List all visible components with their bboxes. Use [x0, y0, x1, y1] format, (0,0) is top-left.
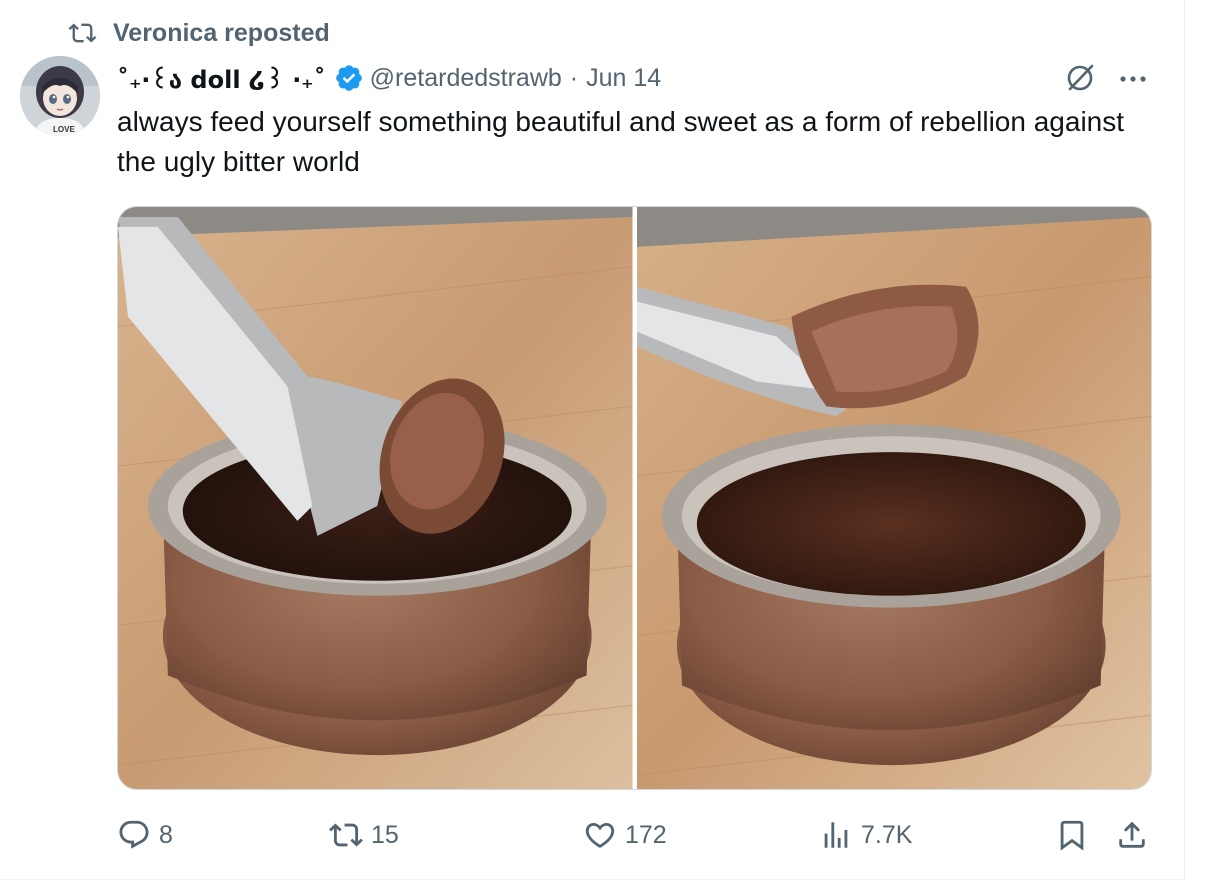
verified-badge-icon[interactable]: [334, 63, 364, 93]
views-button[interactable]: 7.7K: [819, 812, 912, 858]
author-handle[interactable]: @retardedstrawb: [370, 64, 562, 93]
bookmark-icon: [1060, 820, 1084, 851]
repost-icon: [329, 823, 363, 847]
media-grid: [117, 206, 1152, 790]
display-name[interactable]: ˚₊‧꒰ა doll ໒꒱ ‧₊˚: [117, 62, 326, 94]
like-button[interactable]: 172: [583, 812, 667, 858]
bookmark-button[interactable]: [1055, 812, 1089, 858]
grok-icon[interactable]: [1062, 60, 1098, 96]
heart-icon: [585, 822, 615, 848]
avatar[interactable]: LOVE: [20, 56, 100, 136]
views-chart-icon: [824, 822, 848, 848]
share-button[interactable]: [1115, 812, 1149, 858]
tweet-card[interactable]: Veronica reposted LOVE ˚₊‧꒰ა doll ໒꒱ ‧₊˚…: [0, 0, 1185, 880]
like-count: 172: [625, 820, 667, 849]
tweet-header: ˚₊‧꒰ა doll ໒꒱ ‧₊˚ @retardedstrawb · Jun …: [117, 58, 661, 98]
more-options-icon[interactable]: [1115, 64, 1151, 92]
photo-1[interactable]: [118, 207, 633, 789]
meta-separator: ·: [569, 63, 579, 92]
reply-icon: [119, 820, 149, 849]
chocolate-pudding-photo-2: [636, 207, 1151, 789]
repost-context[interactable]: Veronica reposted: [66, 18, 330, 48]
views-count: 7.7K: [861, 820, 913, 849]
reply-count: 8: [159, 820, 173, 849]
action-bar: 8 15 172 7.7K: [117, 812, 1157, 858]
repost-icon: [68, 23, 97, 43]
avatar-image: LOVE: [20, 56, 100, 136]
repost-button[interactable]: 15: [329, 812, 399, 858]
photo-2[interactable]: [636, 207, 1151, 789]
repost-count: 15: [371, 820, 399, 849]
share-icon: [1119, 821, 1145, 848]
tweet-text: always feed yourself something beautiful…: [117, 106, 1125, 177]
post-date[interactable]: Jun 14: [586, 64, 661, 93]
repost-label: Veronica reposted: [113, 18, 330, 47]
reply-button[interactable]: 8: [117, 812, 173, 858]
chocolate-pudding-photo-1: [118, 207, 633, 789]
avatar-shirt-text: LOVE: [53, 125, 75, 134]
